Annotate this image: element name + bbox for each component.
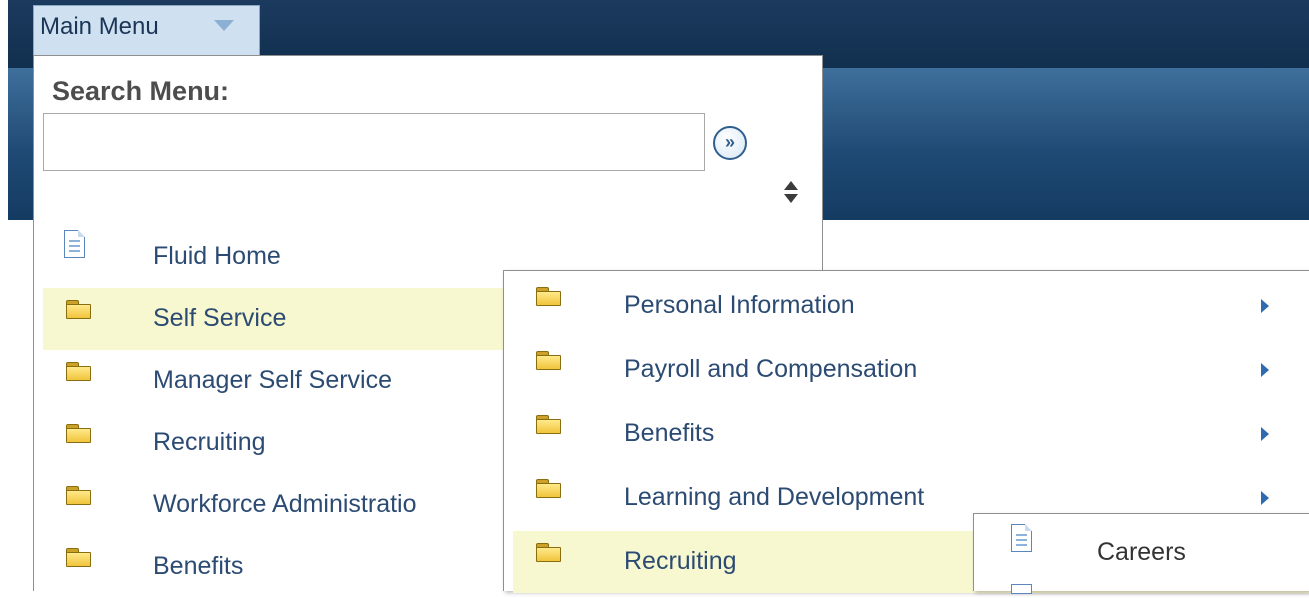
folder-icon [66, 486, 91, 505]
submenu-item-benefits[interactable]: Benefits [513, 403, 1309, 465]
submenu-item-payroll-and-compensation[interactable]: Payroll and Compensation [513, 339, 1309, 401]
main-menu-button[interactable]: Main Menu [33, 5, 260, 55]
menu-item-fluid-home[interactable]: Fluid Home [43, 226, 513, 288]
menu-item-self-service[interactable]: Self Service [43, 288, 513, 350]
menu-item-manager-self-service[interactable]: Manager Self Service [43, 350, 513, 412]
menu-item-workforce-administration[interactable]: Workforce Administratio [43, 474, 513, 536]
submenu-item-label: Careers [1097, 538, 1186, 566]
page-icon [1011, 524, 1032, 552]
submenu-item-label: Payroll and Compensation [624, 355, 918, 383]
submenu-item-label: Benefits [624, 419, 715, 447]
chevron-right-icon [1261, 491, 1269, 505]
folder-icon [66, 362, 91, 381]
search-go-button[interactable]: » [713, 126, 747, 160]
folder-icon [536, 479, 561, 498]
menu-item-label: Recruiting [153, 428, 266, 456]
sort-icon[interactable] [784, 181, 798, 211]
menu-item-label: Workforce Administratio [153, 490, 417, 518]
folder-icon [536, 415, 561, 434]
folder-icon [536, 543, 561, 562]
chevron-right-icon [1261, 299, 1269, 313]
submenu-item-careers[interactable]: Careers [983, 520, 1309, 582]
menu-item-label: Benefits [153, 552, 244, 580]
menu-item-label: Self Service [153, 304, 287, 332]
folder-icon [66, 424, 91, 443]
chevron-right-icon [1261, 363, 1269, 377]
folder-icon [66, 300, 91, 319]
submenu-item-label: Learning and Development [624, 483, 925, 511]
search-menu-label: Search Menu: [52, 76, 230, 106]
page-icon [64, 230, 85, 258]
search-menu-input[interactable] [43, 113, 705, 171]
submenu-item-personal-information[interactable]: Personal Information [513, 275, 1309, 337]
chevron-right-icon [1261, 427, 1269, 441]
page-icon [1011, 584, 1032, 594]
menu-item-label: Manager Self Service [153, 366, 393, 394]
main-menu-label: Main Menu [40, 13, 159, 40]
chevron-down-icon [214, 20, 234, 31]
menu-item-recruiting[interactable]: Recruiting [43, 412, 513, 474]
folder-icon [536, 351, 561, 370]
folder-icon [66, 548, 91, 567]
menu-item-label: Fluid Home [153, 242, 281, 270]
recruiting-submenu: Careers [973, 513, 1309, 594]
folder-icon [536, 287, 561, 306]
submenu-item-label: Recruiting [624, 547, 737, 575]
menu-item-benefits[interactable]: Benefits [43, 536, 513, 598]
submenu-item-label: Personal Information [624, 291, 855, 319]
